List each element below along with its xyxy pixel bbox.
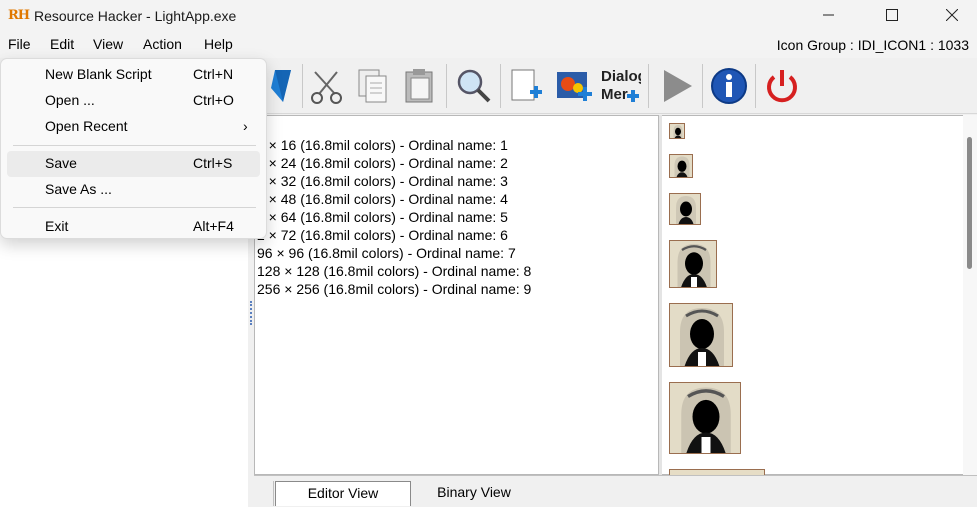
add-image-resource-button[interactable] [553, 64, 595, 108]
menu-item-open-recent[interactable]: Open Recent › [7, 114, 260, 140]
minimize-icon [823, 14, 834, 16]
icon-thumbnail [669, 154, 693, 178]
preview-scrollbar[interactable] [963, 115, 977, 475]
editor-line: 2 × 32 (16.8mil colors) - Ordinal name: … [257, 173, 508, 189]
editor-line: 128 × 128 (16.8mil colors) - Ordinal nam… [257, 263, 532, 279]
menu-item-shortcut: Ctrl+S [193, 155, 233, 171]
editor-line: 96 × 96 (16.8mil colors) - Ordinal name:… [257, 245, 516, 261]
tab-binary-view[interactable]: Binary View [412, 481, 536, 506]
toolbar-separator [702, 64, 703, 108]
menu-item-label: Exit [45, 218, 69, 234]
editor-line: 2 × 72 (16.8mil colors) - Ordinal name: … [257, 227, 508, 243]
title-bar: RH Resource Hacker - LightApp.exe [0, 0, 977, 32]
icon-thumbnail-image [670, 304, 732, 366]
menu-item-exit[interactable]: Exit Alt+F4 [7, 214, 260, 240]
menu-item-label: New Blank Script [45, 66, 152, 82]
add-blank-resource-button[interactable] [505, 64, 547, 108]
menu-item-shortcut: Ctrl+O [193, 92, 234, 108]
menu-item-new-blank-script[interactable]: New Blank Script Ctrl+N [7, 62, 260, 88]
icon-thumbnail [669, 193, 701, 225]
view-tabs: Editor View Binary View [254, 475, 977, 507]
menu-item-save[interactable]: Save Ctrl+S [7, 151, 260, 177]
script-editor[interactable]: 6 × 16 (16.8mil colors) - Ordinal name: … [254, 115, 659, 475]
paste-button[interactable] [398, 64, 440, 108]
editor-line: 256 × 256 (16.8mil colors) - Ordinal nam… [257, 281, 532, 297]
menu-item-label: Open ... [45, 92, 95, 108]
maximize-button[interactable] [869, 0, 915, 30]
add-image-resource-icon [557, 72, 592, 101]
toolbar-separator [500, 64, 501, 108]
menu-view[interactable]: View [91, 36, 125, 52]
paste-icon [405, 69, 433, 103]
play-button[interactable] [655, 64, 697, 108]
icon-thumbnail-image [670, 241, 716, 287]
play-icon [664, 70, 692, 102]
toolbar-separator [302, 64, 303, 108]
menu-item-label: Save As ... [45, 181, 112, 197]
menu-item-shortcut: Ctrl+N [193, 66, 234, 82]
app-logo: RH [8, 8, 30, 23]
cut-button[interactable] [306, 64, 348, 108]
icon-thumbnail [669, 382, 741, 454]
find-icon [457, 69, 491, 103]
menu-bar: File Edit View Action Help Icon Group : … [0, 32, 977, 58]
menu-separator [13, 145, 256, 146]
menu-item-open[interactable]: Open ... Ctrl+O [7, 88, 260, 114]
scrollbar-thumb[interactable] [967, 137, 972, 269]
menu-separator [13, 207, 256, 208]
toolbar-separator [648, 64, 649, 108]
cut-icon [311, 71, 342, 104]
tab-spacer [254, 481, 274, 506]
editor-line: 4 × 64 (16.8mil colors) - Ordinal name: … [257, 209, 508, 225]
icon-thumbnail-image [670, 155, 692, 177]
icon-thumbnail [669, 303, 733, 367]
toolbar-separator [446, 64, 447, 108]
menu-help[interactable]: Help [202, 36, 235, 52]
menu-file[interactable]: File [6, 36, 33, 52]
close-button[interactable] [929, 0, 975, 30]
dialog-label: Dialog [601, 68, 641, 85]
close-icon [946, 9, 958, 21]
chevron-right-icon: › [243, 118, 248, 134]
splitter-grip-icon [250, 301, 252, 325]
menu-item-shortcut: Alt+F4 [193, 218, 234, 234]
power-icon [767, 70, 797, 103]
icon-thumbnail-image [670, 383, 740, 453]
dialog-menu-editor-button[interactable]: Dialog Mer [599, 64, 641, 108]
add-blank-resource-icon [511, 69, 542, 101]
icon-thumbnail-image [670, 194, 700, 224]
editor-line: 4 × 24 (16.8mil colors) - Ordinal name: … [257, 155, 508, 171]
menu-action[interactable]: Action [141, 36, 184, 52]
menu-item-label: Save [45, 155, 77, 171]
editor-line: 8 × 48 (16.8mil colors) - Ordinal name: … [257, 191, 508, 207]
copy-button[interactable] [352, 64, 394, 108]
icon-thumbnail-image [670, 124, 684, 138]
file-menu-dropdown: New Blank Script Ctrl+N Open ... Ctrl+O … [0, 58, 267, 239]
toolbar-separator [755, 64, 756, 108]
copy-icon [358, 69, 387, 103]
icon-thumbnail [669, 123, 685, 139]
find-button[interactable] [452, 64, 494, 108]
menu-item-save-as[interactable]: Save As ... [7, 177, 260, 203]
info-button[interactable] [708, 64, 750, 108]
resource-status: Icon Group : IDI_ICON1 : 1033 [776, 37, 969, 53]
icon-thumbnail [669, 240, 717, 288]
editor-line: 6 × 16 (16.8mil colors) - Ordinal name: … [257, 137, 508, 153]
dialog-menu-editor-icon: Dialog Mer [601, 68, 641, 103]
info-icon [711, 68, 747, 104]
menu-item-label: Open Recent [45, 118, 128, 134]
tab-editor-view[interactable]: Editor View [275, 481, 411, 506]
menu-label: Mer [601, 86, 628, 103]
menu-edit[interactable]: Edit [48, 36, 76, 52]
maximize-icon [886, 9, 898, 21]
exit-button[interactable] [761, 64, 803, 108]
minimize-button[interactable] [806, 0, 852, 30]
window-title: Resource Hacker - LightApp.exe [34, 8, 237, 24]
